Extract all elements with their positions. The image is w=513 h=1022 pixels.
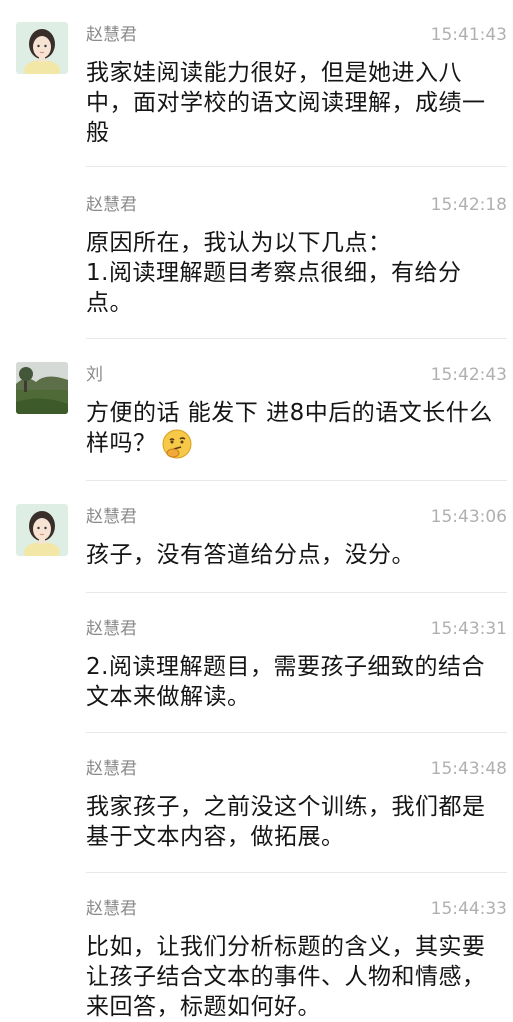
sender-name: 赵慧君 (86, 507, 137, 527)
woman-avatar-icon (16, 22, 68, 74)
message-text-content: 方便的话 能发下 进8中后的语文长什么样吗？ (86, 400, 493, 457)
divider (86, 480, 507, 481)
message-text: 方便的话 能发下 进8中后的语文长什么样吗？ (86, 398, 504, 460)
divider (86, 166, 507, 167)
thinking-emoji-icon (161, 428, 193, 460)
sender-avatar[interactable] (16, 22, 68, 74)
message-text: 我家孩子，之前没这个训练，我们都是基于文本内容，做拓展。 (86, 794, 486, 850)
message-text: 孩子，没有答道给分点，没分。 (86, 542, 415, 568)
sender-name: 赵慧君 (86, 899, 137, 919)
message-text: 2.阅读理解题目，需要孩子细致的结合文本来做解读。 (86, 654, 485, 710)
sender-name: 赵慧君 (86, 25, 137, 45)
message-time: 15:41:43 (430, 25, 507, 45)
landscape-avatar-icon (16, 362, 68, 414)
sender-name: 赵慧君 (86, 759, 137, 779)
sender-avatar[interactable] (16, 504, 68, 556)
message-time: 15:42:18 (430, 195, 507, 215)
sender-name: 赵慧君 (86, 195, 137, 215)
divider (86, 592, 507, 593)
message-text: 我家娃阅读能力很好，但是她进入八中，面对学校的语文阅读理解，成绩一般 (86, 60, 486, 146)
divider (86, 732, 507, 733)
divider (86, 872, 507, 873)
sender-avatar[interactable] (16, 362, 68, 414)
message-text: 比如，让我们分析标题的含义，其实要让孩子结合文本的事件、人物和情感，来回答，标题… (86, 934, 486, 1020)
woman-avatar-icon (16, 504, 68, 556)
message-time: 15:44:33 (430, 899, 507, 919)
divider (86, 338, 507, 339)
message-time: 15:43:48 (430, 759, 507, 779)
message-time: 15:43:06 (430, 507, 507, 527)
message-time: 15:42:43 (430, 365, 507, 385)
message-text: 原因所在，我认为以下几点： 1.阅读理解题目考察点很细，有给分点。 (86, 230, 462, 316)
sender-name: 赵慧君 (86, 619, 137, 639)
message-time: 15:43:31 (430, 619, 507, 639)
sender-name: 刘 (86, 365, 103, 385)
